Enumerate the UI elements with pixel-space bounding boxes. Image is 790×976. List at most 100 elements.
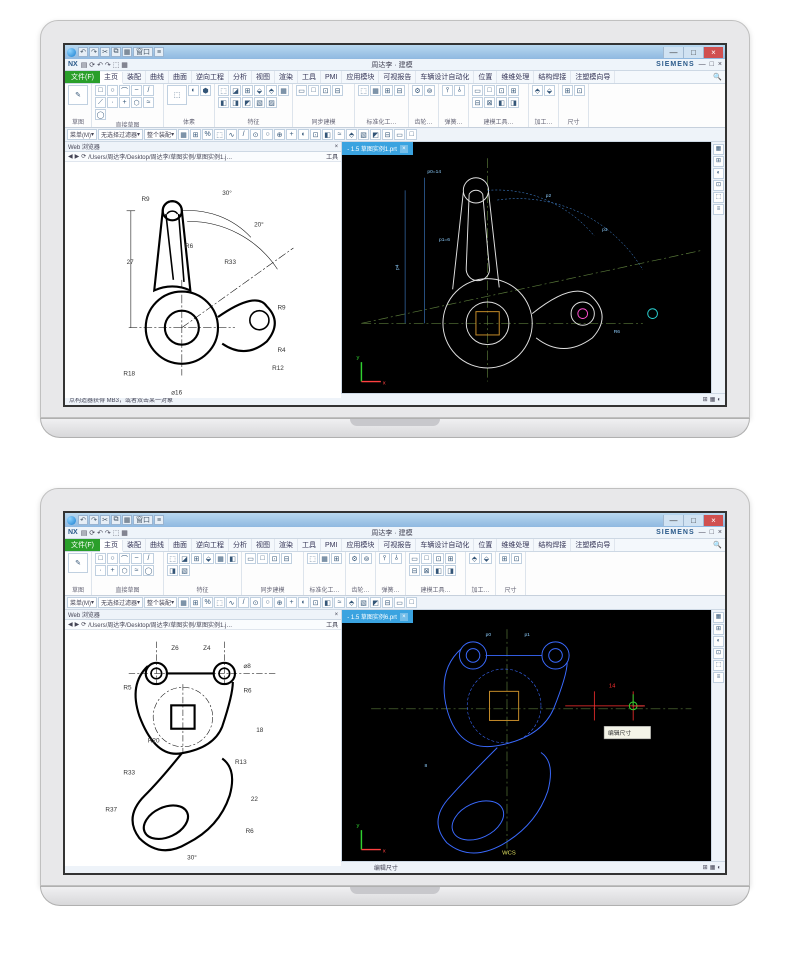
tb-15[interactable]: ⬘ [346, 129, 357, 140]
header-x[interactable]: × [718, 529, 722, 536]
tb-17[interactable]: ◩ [370, 597, 381, 608]
tb-14[interactable]: ≈ [334, 597, 345, 608]
filter-dropdown[interactable]: 无选择过滤器 ▾ [98, 129, 143, 140]
tb-10[interactable]: + [286, 129, 297, 140]
side-4-icon[interactable]: ⊡ [713, 180, 724, 191]
tab-pmi[interactable]: PMI [321, 71, 342, 83]
minimize-button[interactable]: — [663, 515, 683, 526]
mt4-icon[interactable]: ⊞ [445, 553, 456, 564]
filter-dropdown[interactable]: 无选择过滤器 ▾ [98, 597, 143, 608]
menu-dropdown[interactable]: 菜单(M) ▾ [67, 597, 97, 608]
start-orb-icon[interactable] [67, 516, 76, 525]
st2-icon[interactable]: ▦ [319, 553, 330, 564]
f5-icon[interactable]: ▦ [215, 553, 226, 564]
tab-curve[interactable]: 曲线 [146, 539, 169, 551]
scope-dropdown[interactable]: 整个装配 ▾ [144, 597, 177, 608]
tb-6[interactable]: / [238, 129, 249, 140]
qat-window[interactable]: 窗口 [133, 47, 153, 57]
tab-reverse[interactable]: 逆向工程 [192, 539, 229, 551]
tab-home[interactable]: 主页 [100, 72, 123, 84]
tab-position[interactable]: 位置 [474, 71, 497, 83]
dim1-icon[interactable]: ⊞ [499, 553, 510, 564]
mc1-icon[interactable]: ⬘ [469, 553, 480, 564]
f8-icon[interactable]: ◨ [230, 97, 241, 108]
tab-weld[interactable]: 结构焊接 [534, 71, 571, 83]
mt2-icon[interactable]: □ [484, 85, 495, 96]
dim2-icon[interactable]: ⊡ [511, 553, 522, 564]
f6-icon[interactable]: ▦ [278, 85, 289, 96]
viewport-tab[interactable]: - 1.5 草图实例6.prt × [342, 610, 413, 623]
side-4-icon[interactable]: ⊡ [713, 648, 724, 659]
mt5-icon[interactable]: ⊟ [409, 565, 420, 576]
s3-icon[interactable]: ⊡ [269, 553, 280, 564]
scope-dropdown[interactable]: 整个装配 ▾ [144, 129, 177, 140]
tb-5[interactable]: ∿ [226, 597, 237, 608]
tb-3[interactable]: % [202, 597, 213, 608]
minimize-button[interactable]: — [663, 47, 683, 58]
menu-dropdown[interactable]: 菜单(M) ▾ [67, 129, 97, 140]
st1-icon[interactable]: ⬚ [307, 553, 318, 564]
tb-12[interactable]: ⊡ [310, 597, 321, 608]
back-icon[interactable]: ◀ [68, 621, 73, 628]
tb-16[interactable]: ▧ [358, 129, 369, 140]
mt3-icon[interactable]: ⊡ [496, 85, 507, 96]
plus-icon[interactable]: + [107, 565, 118, 576]
qat-cut[interactable]: ✂ [100, 515, 110, 525]
tab-vehicle[interactable]: 车辆设计自动化 [416, 71, 474, 83]
s5-icon[interactable]: ⊡ [320, 85, 331, 96]
mt1-icon[interactable]: ▭ [472, 85, 483, 96]
tb-11[interactable]: ◐ [298, 597, 309, 608]
spring-icon[interactable]: ⫯ [442, 85, 453, 96]
viewport-tab[interactable]: - 1.5 草图实例1.prt × [342, 142, 413, 155]
mt3-icon[interactable]: ⊡ [433, 553, 444, 564]
spring2-icon[interactable]: ⫰ [391, 553, 402, 564]
spring-icon[interactable]: ⫯ [379, 553, 390, 564]
tb-2[interactable]: ⊞ [190, 129, 201, 140]
mc2-icon[interactable]: ⬙ [544, 85, 555, 96]
tab-view[interactable]: 视图 [252, 71, 275, 83]
header-help[interactable]: □ [710, 529, 714, 536]
line-icon[interactable]: / [143, 85, 154, 96]
fwd-icon[interactable]: ▶ [75, 153, 80, 160]
tab-mold[interactable]: 注塑模向导 [571, 539, 615, 551]
breadcrumb-tools[interactable]: 工具 [326, 152, 338, 161]
tb-5[interactable]: ∿ [226, 129, 237, 140]
st1-icon[interactable]: ⬚ [358, 85, 369, 96]
arc-icon[interactable]: ⌒ [119, 85, 130, 96]
tb-14[interactable]: ≈ [334, 129, 345, 140]
ell-icon[interactable]: ◯ [143, 565, 154, 576]
side-1-icon[interactable]: ▦ [713, 144, 724, 155]
rect-icon[interactable]: □ [95, 553, 106, 564]
tab-curve[interactable]: 曲线 [146, 71, 169, 83]
mt4-icon[interactable]: ⊞ [508, 85, 519, 96]
side-5-icon[interactable]: ⬚ [713, 192, 724, 203]
qat-redo[interactable]: ↷ [89, 515, 99, 525]
s1-icon[interactable]: ▭ [296, 85, 307, 96]
f9-icon[interactable]: ◩ [242, 97, 253, 108]
search-icon[interactable]: 🔍 [710, 73, 725, 81]
qat-redo[interactable]: ↷ [89, 47, 99, 57]
start-orb-icon[interactable] [67, 48, 76, 57]
f4-icon[interactable]: ⬙ [203, 553, 214, 564]
close-button[interactable]: × [703, 47, 723, 58]
f2-icon[interactable]: ◪ [230, 85, 241, 96]
tb-18[interactable]: ⊟ [382, 129, 393, 140]
tb-13[interactable]: ◧ [322, 129, 333, 140]
qat-copy[interactable]: ⧉ [111, 515, 121, 525]
tb-7[interactable]: ⊙ [250, 597, 261, 608]
tab-maintain[interactable]: 维维处理 [497, 71, 534, 83]
mc2-icon[interactable]: ⬙ [481, 553, 492, 564]
hex-icon[interactable]: ⬡ [131, 97, 142, 108]
f2-icon[interactable]: ◪ [179, 553, 190, 564]
tab-view[interactable]: 视图 [252, 539, 275, 551]
breadcrumb-tools[interactable]: 工具 [326, 620, 338, 629]
tb-16[interactable]: ▧ [358, 597, 369, 608]
s2-icon[interactable]: □ [308, 85, 319, 96]
f3-icon[interactable]: ⊞ [242, 85, 253, 96]
tb-8[interactable]: ○ [262, 129, 273, 140]
tab-assembly[interactable]: 装配 [123, 539, 146, 551]
status-ic3[interactable]: ◐ [717, 865, 721, 871]
tab-assembly[interactable]: 装配 [123, 71, 146, 83]
search-icon[interactable]: 🔍 [710, 541, 725, 549]
back-icon[interactable]: ◀ [68, 153, 73, 160]
